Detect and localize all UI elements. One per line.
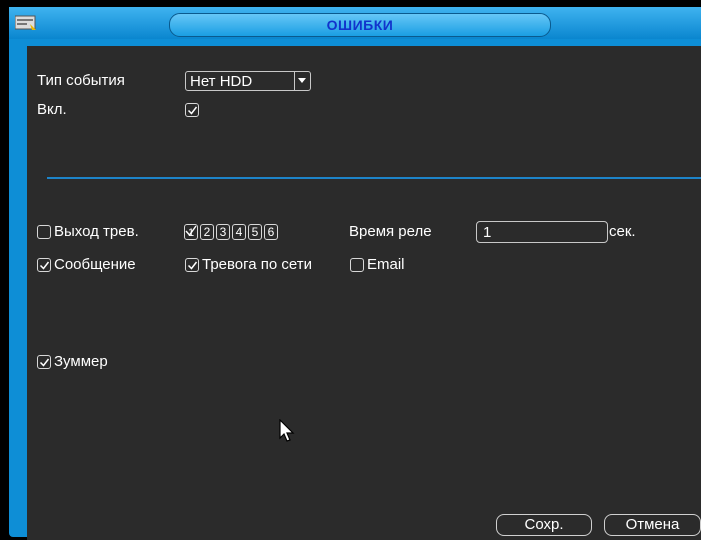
alarm-channel-6[interactable]: 6 — [264, 224, 278, 240]
event-type-value: Нет HDD — [190, 73, 253, 90]
relay-time-input[interactable]: 1 — [476, 221, 608, 243]
alarm-channel-2[interactable]: 2 — [200, 224, 214, 240]
message-label: Сообщение — [54, 256, 136, 273]
email-label: Email — [367, 256, 405, 273]
alarm-channel-4[interactable]: 4 — [232, 224, 246, 240]
event-type-select[interactable]: Нет HDD — [185, 71, 311, 91]
email-checkbox[interactable] — [350, 258, 364, 272]
buzzer-label: Зуммер — [54, 353, 108, 370]
alarm-channel-1[interactable]: 1 — [184, 224, 198, 240]
relay-time-unit: сек. — [609, 223, 636, 240]
window-title: ОШИБКИ — [326, 17, 394, 33]
chevron-down-icon[interactable] — [294, 72, 310, 90]
network-alarm-label: Тревога по сети — [202, 256, 313, 273]
divider — [47, 177, 701, 179]
alarm-out-label: Выход трев. — [54, 223, 139, 240]
save-button[interactable]: Сохр. — [496, 514, 592, 536]
alarm-out-checkbox[interactable] — [37, 225, 51, 239]
settings-panel: Тип события Нет HDD Вкл. Выход трев. 1 2… — [27, 46, 701, 540]
enable-checkbox[interactable] — [185, 103, 199, 117]
relay-time-label: Время реле — [349, 223, 432, 240]
event-type-label: Тип события — [37, 72, 125, 89]
message-checkbox[interactable] — [37, 258, 51, 272]
app-icon — [14, 14, 37, 31]
enable-label: Вкл. — [37, 101, 67, 118]
window-title-bar: ОШИБКИ — [169, 13, 551, 37]
network-alarm-checkbox[interactable] — [185, 258, 199, 272]
alarm-channel-3[interactable]: 3 — [216, 224, 230, 240]
mouse-cursor-icon — [279, 418, 295, 448]
title-bar: ОШИБКИ — [9, 7, 701, 39]
alarm-channel-5[interactable]: 5 — [248, 224, 262, 240]
buzzer-checkbox[interactable] — [37, 355, 51, 369]
cancel-button[interactable]: Отмена — [604, 514, 701, 536]
dialog-window: ОШИБКИ Тип события Нет HDD Вкл. Выход тр… — [9, 7, 701, 540]
